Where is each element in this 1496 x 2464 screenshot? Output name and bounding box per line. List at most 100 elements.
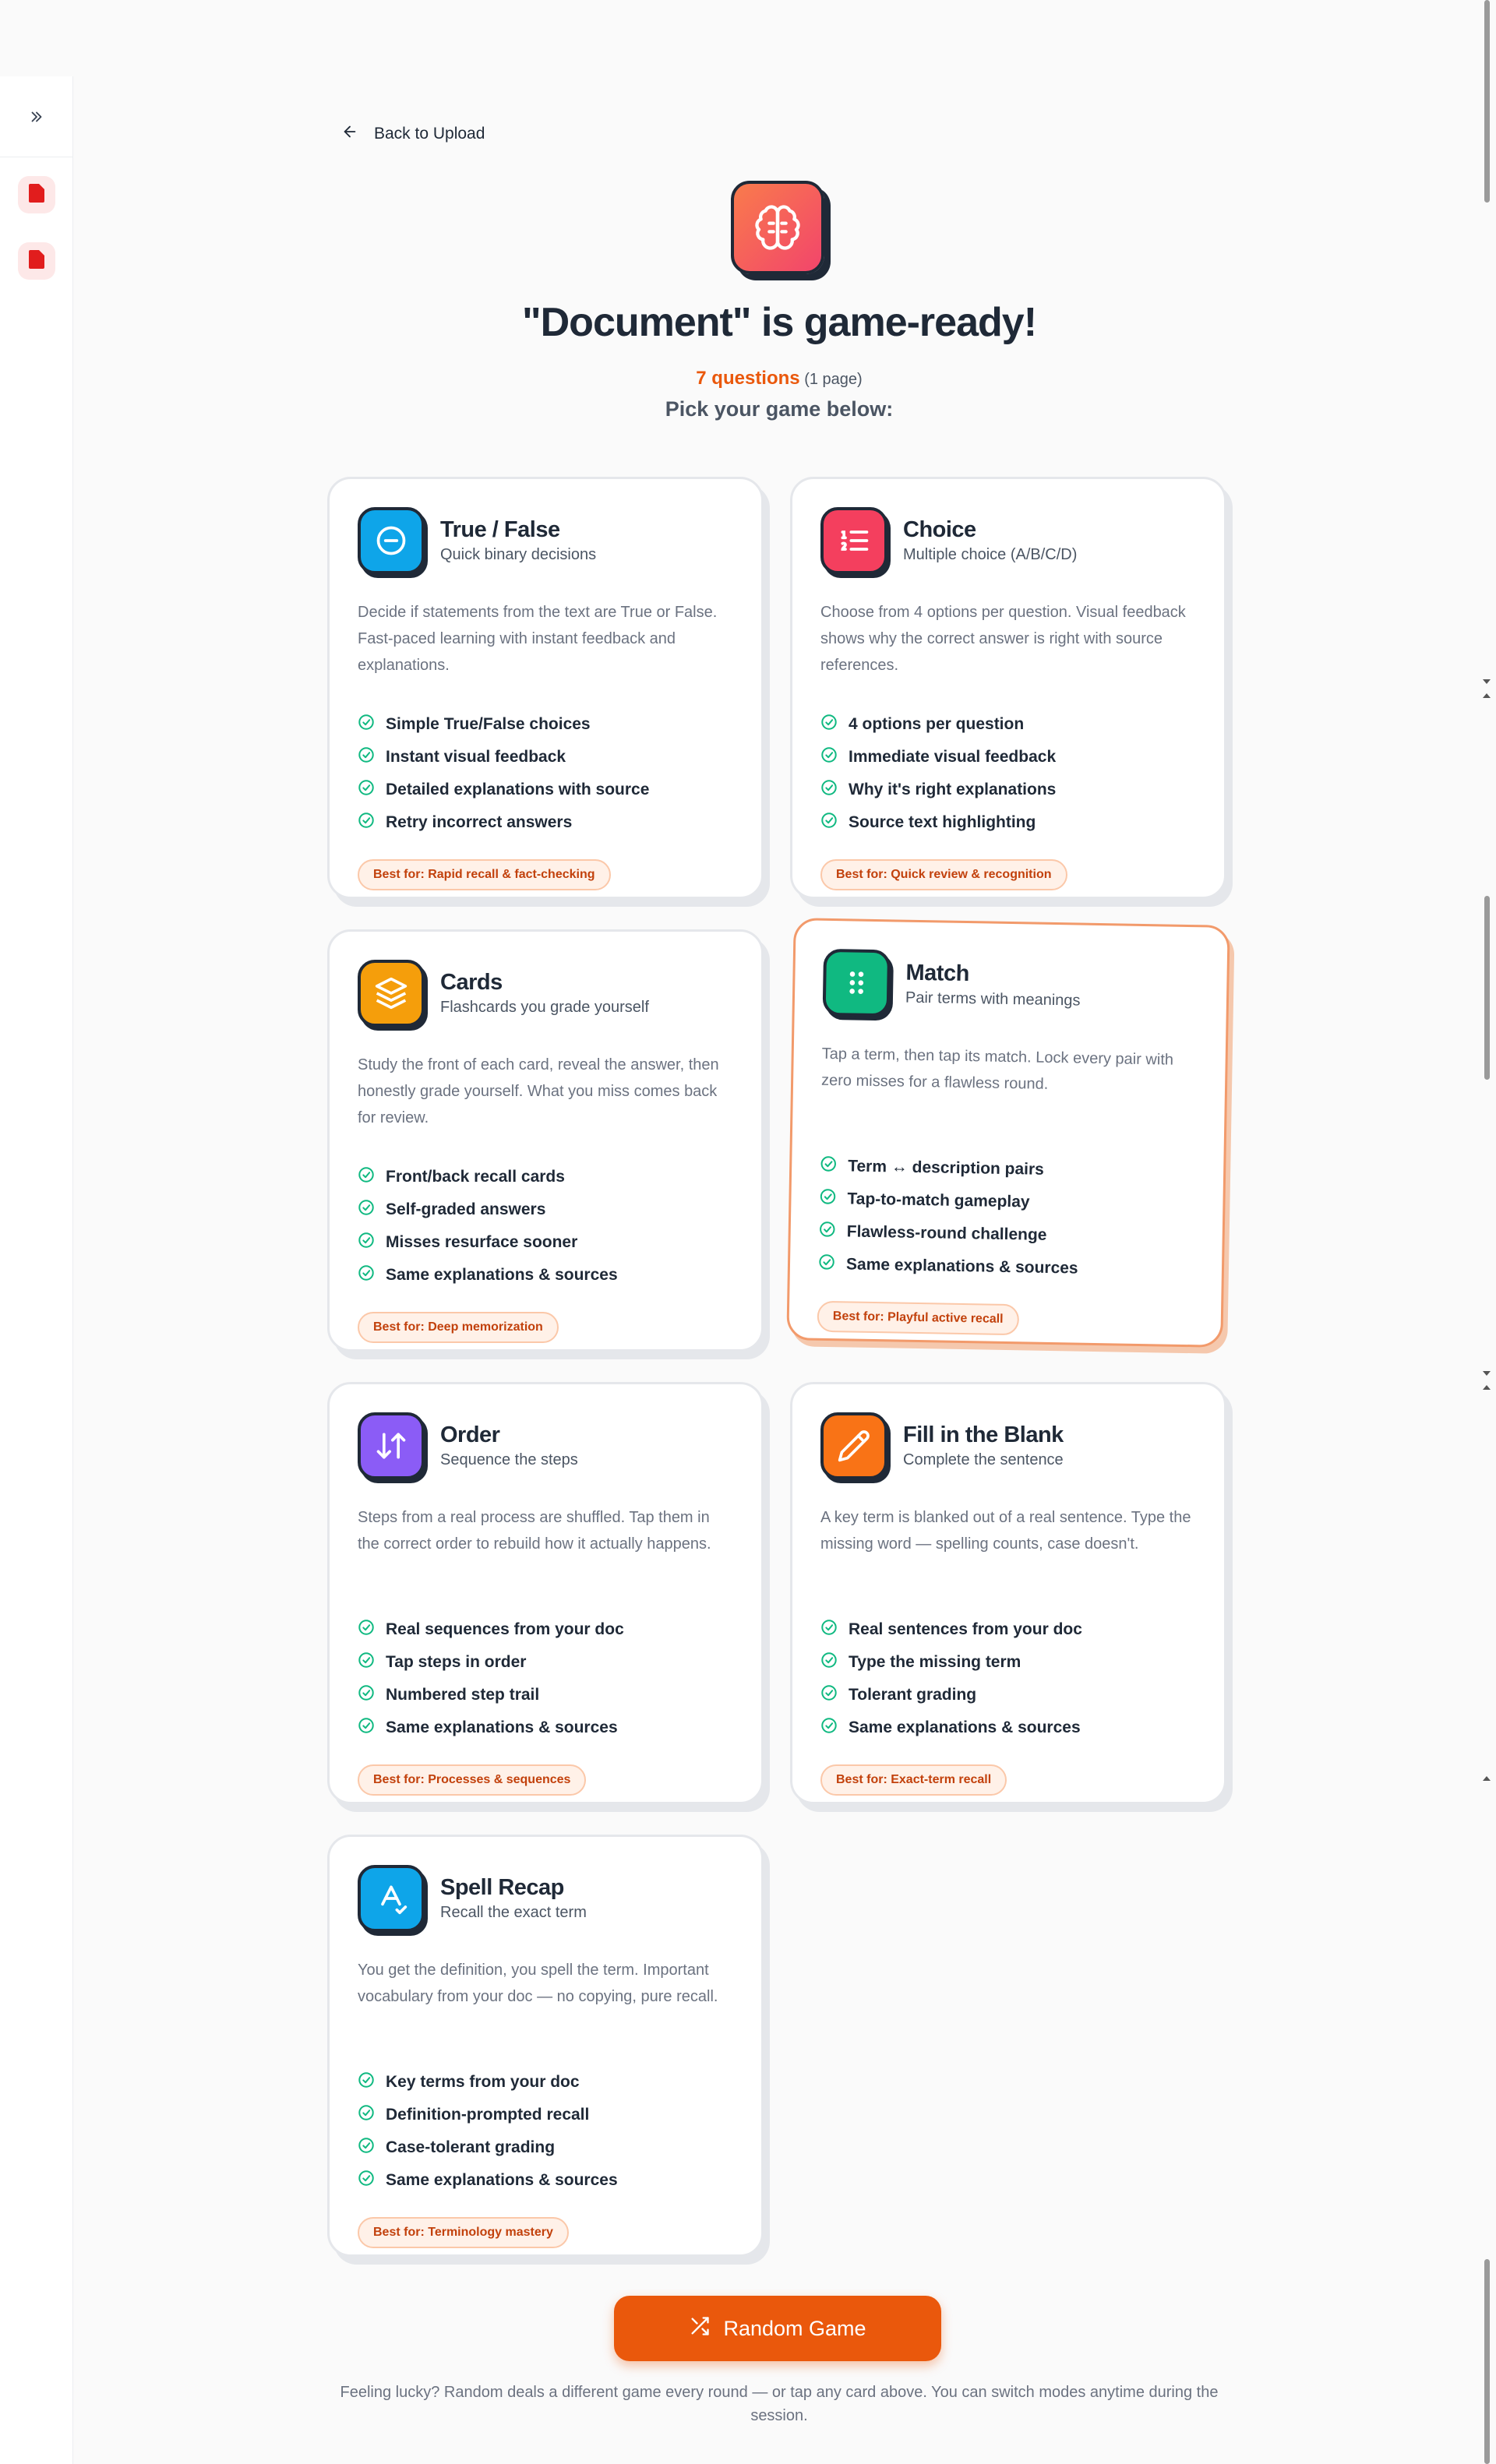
feature-label: Real sequences from your doc	[386, 1620, 624, 1638]
check-circle-icon	[358, 2170, 375, 2191]
check-circle-icon	[358, 1166, 375, 1188]
card-heading: True / False Quick binary decisions	[440, 517, 596, 564]
feature-label: Same explanations & sources	[386, 2171, 618, 2189]
random-game-label: Random Game	[723, 2316, 866, 2340]
check-circle-icon	[358, 1264, 375, 1286]
check-circle-icon	[820, 714, 838, 735]
best-for-badge: Best for: Quick review & recognition	[820, 859, 1067, 890]
feature-label: Immediate visual feedback	[849, 748, 1057, 766]
scroll-up-arrow[interactable]	[1483, 1776, 1491, 1781]
feature-item: Tolerant grading	[820, 1679, 1196, 1711]
feature-label: Front/back recall cards	[386, 1168, 565, 1186]
check-circle-icon	[358, 714, 375, 735]
feature-item: Front/back recall cards	[358, 1161, 733, 1193]
card-title: Fill in the Blank	[903, 1422, 1064, 1447]
check-circle-icon	[358, 1717, 375, 1739]
feature-label: Case-tolerant grading	[386, 2138, 556, 2156]
feature-label: Same explanations & sources	[849, 1718, 1081, 1736]
footer-note: Feeling lucky? Random deals a different …	[340, 2384, 1219, 2424]
check-circle-icon	[820, 746, 838, 768]
scrollbar-thumb[interactable]	[1484, 2259, 1490, 2464]
check-circle-icon	[358, 1619, 375, 1641]
feature-label: Tap steps in order	[386, 1653, 527, 1671]
game-card-spell-recap[interactable]: Spell Recap Recall the exact term You get …	[327, 1835, 764, 2257]
feature-label: Same explanations & sources	[845, 1255, 1078, 1278]
card-header: Match Pair terms with meanings	[822, 948, 1199, 1022]
feature-item: Real sentences from your doc	[820, 1613, 1196, 1646]
check-circle-icon	[820, 1619, 838, 1641]
feature-item: Case-tolerant grading	[358, 2131, 733, 2164]
feature-list: Key terms from your doc Definition-prompt…	[358, 2066, 733, 2197]
back-to-upload-link[interactable]: Back to Upload	[341, 117, 485, 151]
feature-label: Detailed explanations with source	[386, 781, 650, 798]
feature-label: Tap-to-match gameplay	[847, 1190, 1030, 1211]
grip-icon	[822, 948, 891, 1017]
feature-list: Term ↔ description pairs Tap-to-match gam…	[818, 1150, 1196, 1287]
best-for-badge: Best for: Terminology mastery	[358, 2217, 569, 2248]
feature-item: Numbered step trail	[358, 1679, 733, 1711]
feature-item: Real sequences from your doc	[358, 1613, 733, 1646]
page-title: "Document" is game-ready!	[521, 300, 1037, 345]
card-description: Tap a term, then tap its match. Lock eve…	[820, 1045, 1174, 1093]
game-card-cards[interactable]: Cards Flashcards you grade yourself Study …	[327, 929, 764, 1352]
card-subtitle: Flashcards you grade yourself	[440, 999, 649, 1016]
brain-icon	[731, 181, 824, 274]
check-circle-icon	[818, 1253, 835, 1275]
check-circle-icon	[358, 812, 375, 834]
game-card-fill-in-the-blank[interactable]: Fill in the Blank Complete the sentence A …	[790, 1382, 1226, 1804]
card-description: Study the front of each card, reveal the…	[358, 1056, 719, 1126]
layers-icon	[358, 960, 425, 1027]
game-card-order[interactable]: Order Sequence the steps Steps from a real…	[327, 1382, 764, 1804]
best-for-badge: Best for: Exact-term recall	[820, 1764, 1007, 1796]
feature-label: Term ↔ description pairs	[848, 1157, 1045, 1179]
check-circle-icon	[820, 1717, 838, 1739]
page-scrollbar[interactable]	[1477, 0, 1496, 2464]
best-for-badge: Best for: Playful active recall	[817, 1300, 1019, 1336]
card-header: Cards Flashcards you grade yourself	[358, 960, 733, 1027]
arrow-left-icon	[341, 123, 358, 145]
check-circle-icon	[820, 779, 838, 801]
card-title: Spell Recap	[440, 1875, 564, 1900]
scrollbar-thumb[interactable]	[1484, 896, 1490, 1080]
feature-list: Simple True/False choices Instant visual …	[358, 708, 733, 839]
feature-item: Same explanations & sources	[820, 1711, 1196, 1744]
pdf-file-icon	[29, 249, 44, 273]
sidebar-header	[0, 76, 73, 157]
game-card-match[interactable]: Match Pair terms with meanings Tap a term,…	[786, 918, 1230, 1348]
card-title: Cards	[440, 970, 503, 995]
sidebar-document-2[interactable]	[18, 242, 55, 280]
chevrons-right-icon[interactable]	[21, 101, 52, 132]
scroll-up-arrow[interactable]	[1483, 693, 1491, 698]
card-description: Choose from 4 options per question. Visu…	[820, 604, 1186, 674]
best-for-badge: Best for: Deep memorization	[358, 1312, 559, 1343]
scroll-down-arrow[interactable]	[1483, 679, 1491, 684]
game-card-true-false[interactable]: True / False Quick binary decisions Decide…	[327, 477, 764, 899]
card-header: Fill in the Blank Complete the sentence	[820, 1412, 1196, 1479]
check-circle-icon	[358, 2071, 375, 2093]
page-count: (1 page)	[804, 371, 863, 388]
feature-label: Simple True/False choices	[386, 715, 591, 733]
card-subtitle: Quick binary decisions	[440, 546, 597, 563]
feature-item: Same explanations & sources	[358, 2164, 733, 2197]
feature-list: Front/back recall cards Self-graded answe…	[358, 1161, 733, 1292]
scrollbar-thumb[interactable]	[1484, 0, 1490, 203]
random-game-button[interactable]: Random Game	[614, 2296, 941, 2361]
check-circle-icon	[819, 1221, 836, 1243]
sidebar-document-1[interactable]	[18, 176, 55, 213]
card-header: Choice Multiple choice (A/B/C/D)	[820, 507, 1196, 574]
feature-label: Tolerant grading	[849, 1686, 977, 1704]
feature-item: Same explanations & sources	[818, 1248, 1194, 1287]
question-summary: 7 questions (1 page)	[327, 368, 1231, 390]
feature-item: Same explanations & sources	[358, 1259, 733, 1292]
game-card-choice[interactable]: Choice Multiple choice (A/B/C/D) Choose fr…	[790, 477, 1226, 899]
card-heading: Spell Recap Recall the exact term	[440, 1875, 587, 1922]
feature-label: Self-graded answers	[386, 1200, 546, 1218]
best-for-badge: Best for: Rapid recall & fact-checking	[358, 859, 611, 890]
scroll-up-arrow[interactable]	[1483, 1385, 1491, 1390]
feature-item: Simple True/False choices	[358, 708, 733, 741]
scroll-down-arrow[interactable]	[1483, 1371, 1491, 1376]
check-circle-icon	[820, 1651, 838, 1673]
spell-check-icon	[358, 1865, 425, 1932]
sidebar	[0, 76, 73, 2464]
back-link-label: Back to Upload	[374, 125, 485, 143]
